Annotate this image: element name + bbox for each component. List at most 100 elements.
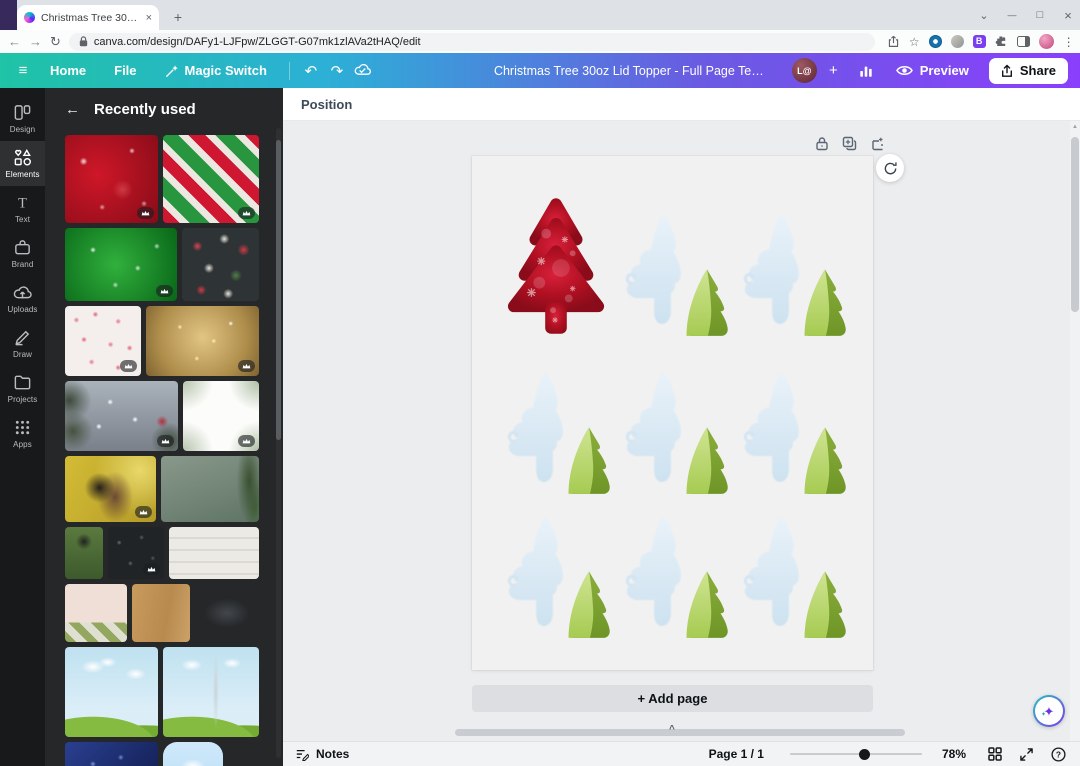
preview-button[interactable]: Preview	[886, 57, 979, 84]
regenerate-button[interactable]	[876, 154, 904, 182]
side-panel-icon[interactable]	[1017, 36, 1030, 47]
fullscreen-icon[interactable]	[1020, 748, 1033, 761]
thumbnail-white-wood[interactable]	[169, 527, 259, 579]
canvas-object-template-blank[interactable]	[738, 496, 852, 650]
redo-button[interactable]: ↷	[326, 62, 348, 80]
thumbnail-blue-texture[interactable]	[65, 742, 158, 766]
new-tab-button[interactable]: +	[168, 8, 188, 28]
browser-profile-avatar[interactable]	[1039, 34, 1054, 49]
sidebar-item-elements[interactable]: Elements	[0, 141, 45, 186]
thumbnail-beige-diamond[interactable]	[65, 584, 127, 642]
design-canvas[interactable]: + Add page ✦ ✦ ▲ ^	[283, 121, 1080, 741]
canvas-vertical-scrollbar[interactable]: ▲	[1070, 121, 1080, 741]
thumbnail-greenery-person[interactable]	[65, 527, 103, 579]
thumbnail-dark-speckle[interactable]	[108, 527, 164, 579]
notes-icon	[295, 748, 309, 761]
extensions-puzzle-icon[interactable]	[995, 35, 1008, 48]
window-maximize-button[interactable]: □	[1034, 9, 1046, 21]
extension-b-icon[interactable]: B	[973, 35, 986, 48]
address-bar[interactable]: canva.com/design/DAFy1-LJFpw/ZLGGT-G07mk…	[69, 33, 875, 51]
zoom-slider[interactable]	[790, 753, 922, 755]
thumbnail-gold-glitter[interactable]	[146, 306, 259, 376]
cloud-saved-icon	[352, 62, 374, 80]
canvas-object-template-blank[interactable]	[502, 352, 616, 506]
elements-icon	[13, 148, 32, 167]
vertical-scroll-thumb[interactable]	[1071, 137, 1079, 312]
thumbnail-green-sparkle[interactable]	[65, 228, 177, 301]
eye-icon	[896, 64, 913, 77]
thumbnail-christmas-pattern[interactable]	[182, 228, 259, 301]
sidebar-item-apps[interactable]: Apps	[0, 411, 45, 456]
thumbnail-green-wall-ivy[interactable]	[161, 456, 259, 522]
extension-target-icon[interactable]	[929, 35, 942, 48]
add-page-icon[interactable]	[867, 134, 885, 152]
sidebar-item-brand[interactable]: Brand	[0, 231, 45, 276]
canvas-object-red-tree[interactable]	[502, 194, 616, 348]
file-button[interactable]: File	[102, 57, 148, 84]
canvas-object-template-blank[interactable]	[620, 496, 734, 650]
main-menu-icon[interactable]: ≡	[12, 62, 34, 79]
canvas-object-template-blank[interactable]	[738, 194, 852, 348]
canvas-object-template-blank[interactable]	[620, 194, 734, 348]
magic-switch-button[interactable]: Magic Switch	[153, 57, 279, 84]
scroll-up-arrow[interactable]: ▲	[1070, 124, 1080, 130]
sidebar-item-projects[interactable]: Projects	[0, 366, 45, 411]
canvas-object-template-blank[interactable]	[502, 496, 616, 650]
add-page-button[interactable]: + Add page	[472, 685, 873, 712]
panel-back-button[interactable]: ←	[65, 101, 80, 118]
user-avatar[interactable]: L@	[792, 58, 817, 83]
tab-search-icon[interactable]: ⌄	[978, 9, 990, 22]
notes-button[interactable]: Notes	[295, 747, 349, 761]
canvas-horizontal-scroll-thumb[interactable]	[455, 729, 905, 736]
thumbnail-camera-woman[interactable]	[65, 456, 156, 522]
pro-crown-badge	[143, 563, 160, 575]
zoom-slider-knob[interactable]	[859, 749, 870, 760]
reload-button[interactable]: ↻	[50, 34, 61, 50]
thumbnail-red-snowflakes[interactable]	[65, 135, 158, 223]
editor-sidebar: Design Elements T Text Brand Uploads Dra…	[0, 88, 45, 766]
add-collaborator-button[interactable]: +	[821, 62, 846, 79]
canvas-object-template-blank[interactable]	[738, 352, 852, 506]
home-button[interactable]: Home	[38, 57, 98, 84]
thumbnail-greenery-frame[interactable]	[183, 381, 259, 451]
window-minimize-button[interactable]: —	[1006, 10, 1018, 20]
sidebar-item-uploads[interactable]: Uploads	[0, 276, 45, 321]
sidebar-item-text[interactable]: T Text	[0, 186, 45, 231]
tab-close-icon[interactable]: ×	[146, 12, 152, 24]
thumbnail-gray-blob[interactable]	[195, 584, 259, 642]
browser-menu-icon[interactable]: ⋮	[1063, 35, 1075, 49]
thumbnail-candy-stripes[interactable]	[163, 135, 259, 223]
share-page-icon[interactable]	[887, 35, 900, 48]
document-title[interactable]: Christmas Tree 30oz Lid Topper - Full Pa…	[494, 64, 774, 78]
lock-page-icon[interactable]	[813, 134, 831, 152]
canvas-object-template-blank[interactable]	[620, 352, 734, 506]
thumbnail-candy-canes[interactable]	[65, 306, 141, 376]
sidebar-item-draw[interactable]: Draw	[0, 321, 45, 366]
position-button[interactable]: Position	[301, 97, 352, 112]
bookmark-star-icon[interactable]: ☆	[909, 35, 920, 49]
grid-view-icon[interactable]	[988, 747, 1002, 761]
help-icon[interactable]: ?	[1051, 747, 1066, 762]
canva-assistant-button[interactable]: ✦ ✦	[1033, 695, 1065, 727]
share-button[interactable]: Share	[989, 58, 1068, 84]
sidebar-item-design[interactable]: Design	[0, 96, 45, 141]
thumbnail-winter-wood[interactable]	[65, 381, 178, 451]
duplicate-page-icon[interactable]	[840, 134, 858, 152]
browser-tab[interactable]: Christmas Tree 30oz Lid Topper ×	[17, 5, 159, 30]
canva-favicon	[24, 12, 35, 23]
green-pine-tree-shape	[799, 425, 848, 498]
collapse-bottom-icon[interactable]: ^	[669, 724, 675, 735]
thumbnail-cloud-rounded[interactable]	[163, 742, 223, 766]
insights-chart-icon[interactable]	[850, 64, 882, 78]
undo-button[interactable]: ↶	[300, 62, 322, 80]
design-page[interactable]	[472, 156, 873, 670]
back-button[interactable]: ←	[8, 34, 21, 49]
forward-button[interactable]: →	[29, 34, 42, 49]
panel-scrollbar[interactable]	[276, 128, 281, 758]
sparkle-small-icon: ✦	[1041, 711, 1046, 718]
thumbnail-landscape-clouds[interactable]	[65, 647, 158, 737]
thumbnail-landscape-tornado[interactable]	[163, 647, 259, 737]
thumbnail-wood-grain[interactable]	[132, 584, 190, 642]
extension-gray-icon[interactable]	[951, 35, 964, 48]
window-close-button[interactable]: ×	[1062, 8, 1074, 23]
